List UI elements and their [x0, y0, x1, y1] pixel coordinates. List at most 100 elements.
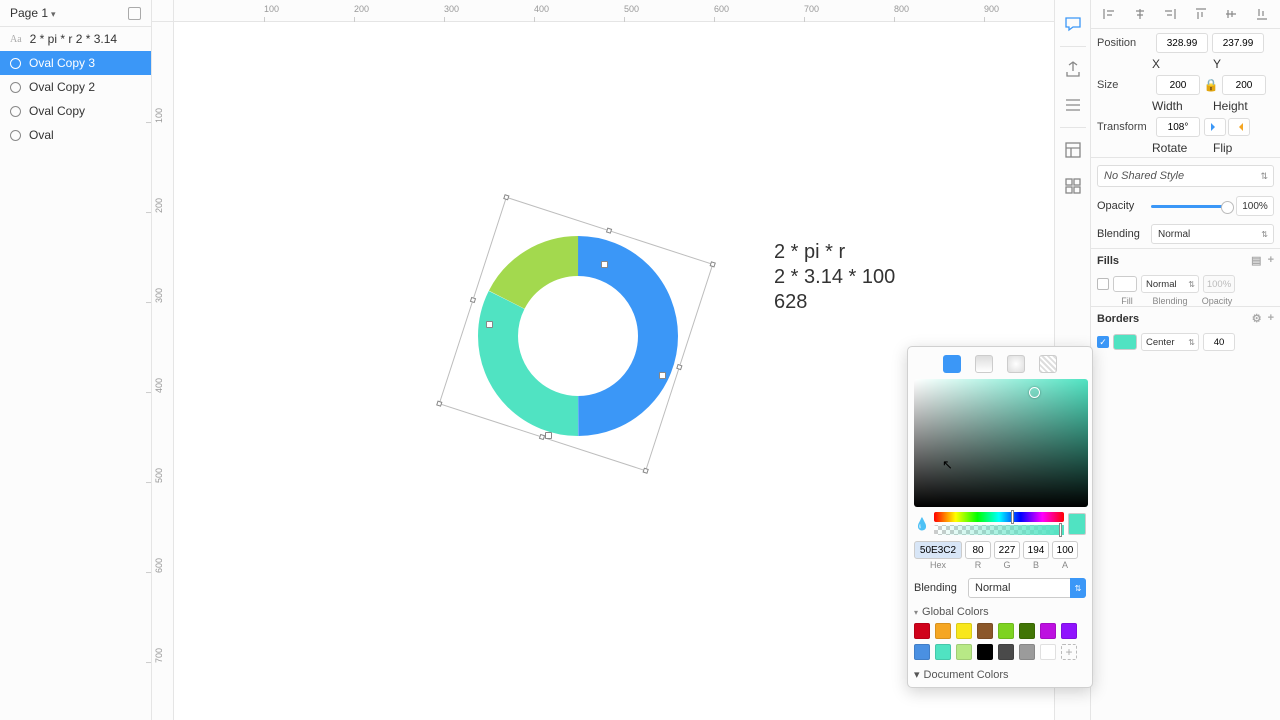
layers-panel: Page 1▾ Aa 2 * pi * r 2 * 3.14 Oval Copy…	[0, 0, 152, 720]
eyedropper-icon[interactable]: 💧	[914, 516, 930, 532]
align-top-icon[interactable]	[1186, 3, 1217, 25]
annot-line: 2 * pi * r	[774, 240, 895, 265]
b-input[interactable]	[1023, 541, 1049, 559]
color-swatch[interactable]	[1040, 644, 1056, 660]
color-swatch[interactable]	[1019, 644, 1035, 660]
annotation-text[interactable]: 2 * pi * r 2 * 3.14 * 100 628	[774, 240, 895, 315]
shared-style-select[interactable]: No Shared Style	[1097, 165, 1274, 187]
position-y-input[interactable]	[1212, 33, 1264, 53]
layout-icon[interactable]	[1057, 134, 1089, 166]
width-input[interactable]	[1156, 75, 1200, 95]
color-swatch[interactable]	[956, 644, 972, 660]
fill-enable-checkbox[interactable]	[1097, 278, 1109, 290]
color-swatch[interactable]	[977, 644, 993, 660]
color-swatch[interactable]	[977, 623, 993, 639]
layer-oval-copy[interactable]: Oval Copy	[0, 99, 151, 123]
height-input[interactable]	[1222, 75, 1266, 95]
picker-blend-select[interactable]: Normal⇅	[968, 578, 1086, 598]
color-swatch[interactable]	[935, 623, 951, 639]
fills-add-icon[interactable]: +	[1268, 254, 1274, 267]
ruler-tick: 200	[354, 4, 369, 14]
color-swatch[interactable]	[914, 644, 930, 660]
align-left-icon[interactable]	[1094, 3, 1125, 25]
layer-text[interactable]: Aa 2 * pi * r 2 * 3.14	[0, 27, 151, 51]
border-color-swatch[interactable]	[1113, 334, 1137, 350]
borders-add-icon[interactable]: +	[1268, 312, 1274, 325]
ruler-tick: 300	[154, 288, 164, 303]
layer-list: Aa 2 * pi * r 2 * 3.14 Oval Copy 3 Oval …	[0, 27, 151, 720]
donut-chart-shape[interactable]	[469, 227, 687, 448]
hex-label: Hex	[914, 560, 962, 570]
fills-title: Fills	[1097, 255, 1119, 267]
alpha-slider[interactable]	[934, 525, 1064, 535]
ruler-tick: 600	[154, 558, 164, 573]
pattern-tab[interactable]	[1039, 355, 1057, 373]
flip-vertical-icon[interactable]	[1228, 118, 1250, 136]
a-input[interactable]	[1052, 541, 1078, 559]
opacity-value[interactable]: 100%	[1236, 196, 1274, 216]
layer-oval-copy-2[interactable]: Oval Copy 2	[0, 75, 151, 99]
align-center-v-icon[interactable]	[1216, 3, 1247, 25]
hue-slider[interactable]	[934, 512, 1064, 522]
position-x-input[interactable]	[1156, 33, 1208, 53]
fill-opacity-input[interactable]	[1203, 275, 1235, 293]
fill-blend-select[interactable]: Normal	[1141, 275, 1199, 293]
artboard-icon[interactable]	[128, 7, 141, 20]
color-swatch[interactable]	[935, 644, 951, 660]
distribute-icon[interactable]	[1057, 89, 1089, 121]
grid-icon[interactable]	[1057, 170, 1089, 202]
g-input[interactable]	[994, 541, 1020, 559]
border-position-select[interactable]: Center	[1141, 333, 1199, 351]
layer-oval-copy-3[interactable]: Oval Copy 3	[0, 51, 151, 75]
color-swatch[interactable]	[1061, 623, 1077, 639]
color-swatch[interactable]	[1019, 623, 1035, 639]
x-label: X	[1152, 57, 1213, 71]
linear-gradient-tab[interactable]	[975, 355, 993, 373]
ruler-tick: 300	[444, 4, 459, 14]
radial-gradient-tab[interactable]	[1007, 355, 1025, 373]
layer-oval[interactable]: Oval	[0, 123, 151, 147]
color-swatch[interactable]	[914, 623, 930, 639]
r-input[interactable]	[965, 541, 991, 559]
add-swatch-button[interactable]: +	[1061, 644, 1077, 660]
border-enable-checkbox[interactable]	[1097, 336, 1109, 348]
width-label: Width	[1152, 99, 1213, 113]
global-colors-header[interactable]: ▾Global Colors	[914, 606, 1086, 618]
rotate-input[interactable]	[1156, 117, 1200, 137]
align-right-icon[interactable]	[1155, 3, 1186, 25]
color-swatch[interactable]	[998, 623, 1014, 639]
color-swatch[interactable]	[998, 644, 1014, 660]
blending-select[interactable]: Normal	[1151, 224, 1274, 244]
border-width-input[interactable]	[1203, 333, 1235, 351]
size-label: Size	[1097, 79, 1152, 91]
comment-icon[interactable]	[1057, 8, 1089, 40]
color-field-cursor[interactable]	[1029, 387, 1040, 398]
align-center-h-icon[interactable]	[1125, 3, 1156, 25]
color-picker-tabs	[914, 353, 1086, 379]
document-colors-header[interactable]: ▾Document Colors	[914, 668, 1086, 681]
ruler-tick: 700	[154, 648, 164, 663]
oval-icon	[10, 106, 21, 117]
flip-horizontal-icon[interactable]	[1204, 118, 1226, 136]
color-swatch[interactable]	[1040, 623, 1056, 639]
borders-settings-icon[interactable]: ⚙	[1252, 312, 1262, 325]
path-point[interactable]	[486, 321, 493, 328]
fill-color-swatch[interactable]	[1113, 276, 1137, 292]
color-field[interactable]: ↖	[914, 379, 1088, 507]
path-point[interactable]	[545, 432, 552, 439]
fills-settings-icon[interactable]: ▤	[1251, 254, 1261, 267]
opacity-label: Opacity	[1097, 200, 1145, 212]
page-selector[interactable]: Page 1▾	[0, 0, 151, 27]
hex-input[interactable]	[914, 541, 962, 559]
align-bottom-icon[interactable]	[1247, 3, 1278, 25]
position-label: Position	[1097, 37, 1152, 49]
color-swatch[interactable]	[956, 623, 972, 639]
lock-icon[interactable]: 🔒	[1204, 78, 1218, 92]
opacity-slider[interactable]	[1151, 205, 1230, 208]
solid-color-tab[interactable]	[943, 355, 961, 373]
document-colors-label: Document Colors	[924, 669, 1009, 681]
path-point[interactable]	[659, 372, 666, 379]
export-icon[interactable]	[1057, 53, 1089, 85]
path-point[interactable]	[601, 261, 608, 268]
oval-icon	[10, 82, 21, 93]
